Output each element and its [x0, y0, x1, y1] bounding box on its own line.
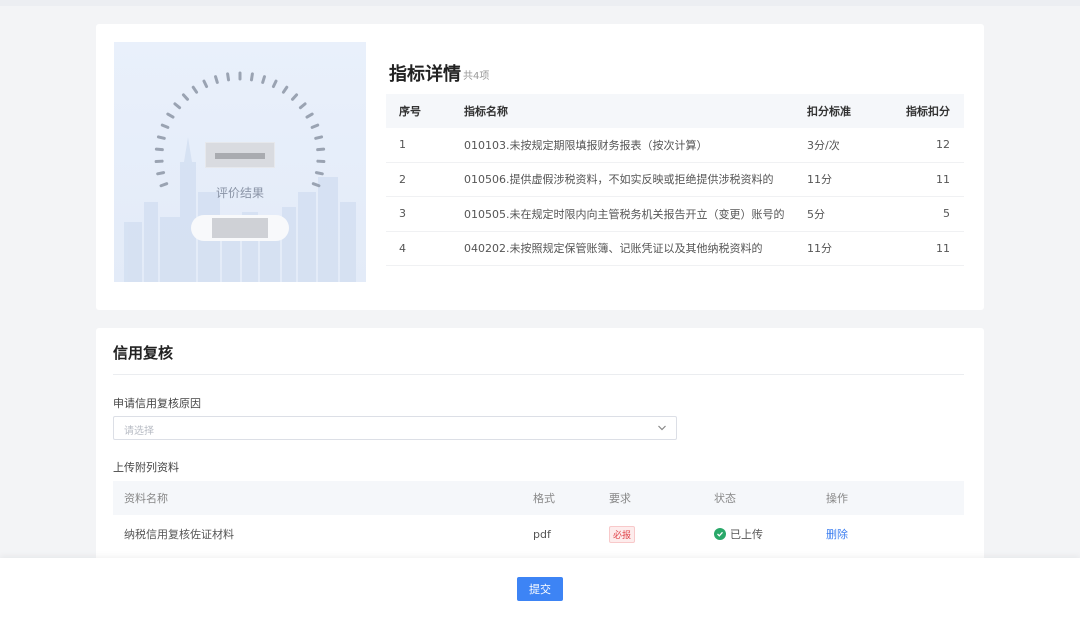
table-row: 纳税信用复核佐证材料 pdf 必报 已上传 删除: [113, 515, 964, 553]
evaluation-result-panel: 评价结果: [114, 42, 366, 282]
col-status: 状态: [714, 492, 736, 505]
row-index: 4: [399, 241, 406, 255]
footer-bar: 提交: [0, 558, 1080, 619]
row-index: 1: [399, 138, 406, 152]
indicator-card: 评价结果 指标详情 共4项 序号 指标名称 扣分标准 指标扣分 1 010103…: [96, 24, 984, 310]
credit-review-title: 信用复核: [113, 344, 174, 362]
requirement-cell: 必报: [609, 525, 714, 543]
table-row: 4 040202.未按照规定保管账簿、记账凭证以及其他纳税资料的 11分 11: [386, 232, 964, 266]
col-index: 序号: [399, 105, 421, 118]
row-standard: 3分/次: [807, 138, 840, 152]
col-format: 格式: [533, 492, 555, 505]
row-deduction: 12: [936, 138, 950, 152]
chevron-down-icon: [658, 425, 666, 431]
col-deduction: 指标扣分: [906, 105, 950, 118]
check-circle-icon: [714, 528, 726, 540]
upload-attachments-label: 上传附列资料: [113, 461, 179, 474]
row-indicator-name: 040202.未按照规定保管账簿、记账凭证以及其他纳税资料的: [464, 242, 763, 256]
review-reason-select[interactable]: 请选择: [113, 416, 677, 440]
upload-status: 已上传: [730, 528, 763, 541]
top-bar: [0, 0, 1080, 6]
table-row: 2 010506.提供虚假涉税资料，不如实反映或拒绝提供涉税资料的 11分 11: [386, 163, 964, 197]
indicator-table: 序号 指标名称 扣分标准 指标扣分 1 010103.未按规定期限填报财务报表（…: [386, 94, 964, 266]
row-deduction: 11: [936, 172, 950, 186]
review-reason-label: 申请信用复核原因: [113, 397, 201, 410]
action-cell: 删除: [826, 526, 964, 542]
credit-review-card: 信用复核 申请信用复核原因 请选择 上传附列资料 资料名称 格式 要求 状态 操…: [96, 328, 984, 568]
row-deduction: 11: [936, 241, 950, 255]
row-indicator-name: 010103.未按规定期限填报财务报表（按次计算）: [464, 138, 708, 152]
row-index: 3: [399, 207, 406, 221]
row-deduction: 5: [943, 207, 950, 221]
file-name: 纳税信用复核佐证材料: [124, 528, 234, 541]
indicator-table-header: 序号 指标名称 扣分标准 指标扣分: [386, 94, 964, 128]
row-index: 2: [399, 172, 406, 186]
delete-link[interactable]: 删除: [826, 528, 848, 541]
row-standard: 5分: [807, 207, 825, 221]
col-file-name: 资料名称: [124, 492, 168, 505]
required-badge: 必报: [609, 525, 636, 543]
table-row: 3 010505.未在规定时限内向主管税务机关报告开立（变更）账号的 5分 5: [386, 197, 964, 232]
file-format: pdf: [533, 527, 551, 541]
col-indicator-name: 指标名称: [464, 105, 508, 118]
indicator-detail-title: 指标详情: [389, 64, 461, 85]
evaluation-result-label: 评价结果: [215, 186, 264, 200]
col-requirement: 要求: [609, 492, 631, 505]
row-indicator-name: 010506.提供虚假涉税资料，不如实反映或拒绝提供涉税资料的: [464, 173, 774, 187]
submit-button[interactable]: 提交: [517, 577, 563, 601]
table-row: 1 010103.未按规定期限填报财务报表（按次计算） 3分/次 12: [386, 128, 964, 163]
score-placeholder: [205, 142, 275, 168]
row-standard: 11分: [807, 173, 832, 187]
indicator-count: 共4项: [463, 71, 490, 82]
review-reason-placeholder: 请选择: [124, 426, 154, 437]
col-deduction-standard: 扣分标准: [807, 105, 851, 118]
col-action: 操作: [826, 492, 848, 505]
status-cell: 已上传: [714, 526, 826, 542]
row-indicator-name: 010505.未在规定时限内向主管税务机关报告开立（变更）账号的: [464, 207, 785, 221]
attachments-table: 资料名称 格式 要求 状态 操作 纳税信用复核佐证材料 pdf 必报 已上传 删…: [113, 481, 964, 553]
row-standard: 11分: [807, 242, 832, 256]
divider: [113, 374, 964, 375]
attachments-table-header: 资料名称 格式 要求 状态 操作: [113, 481, 964, 515]
grade-placeholder: [191, 215, 289, 241]
